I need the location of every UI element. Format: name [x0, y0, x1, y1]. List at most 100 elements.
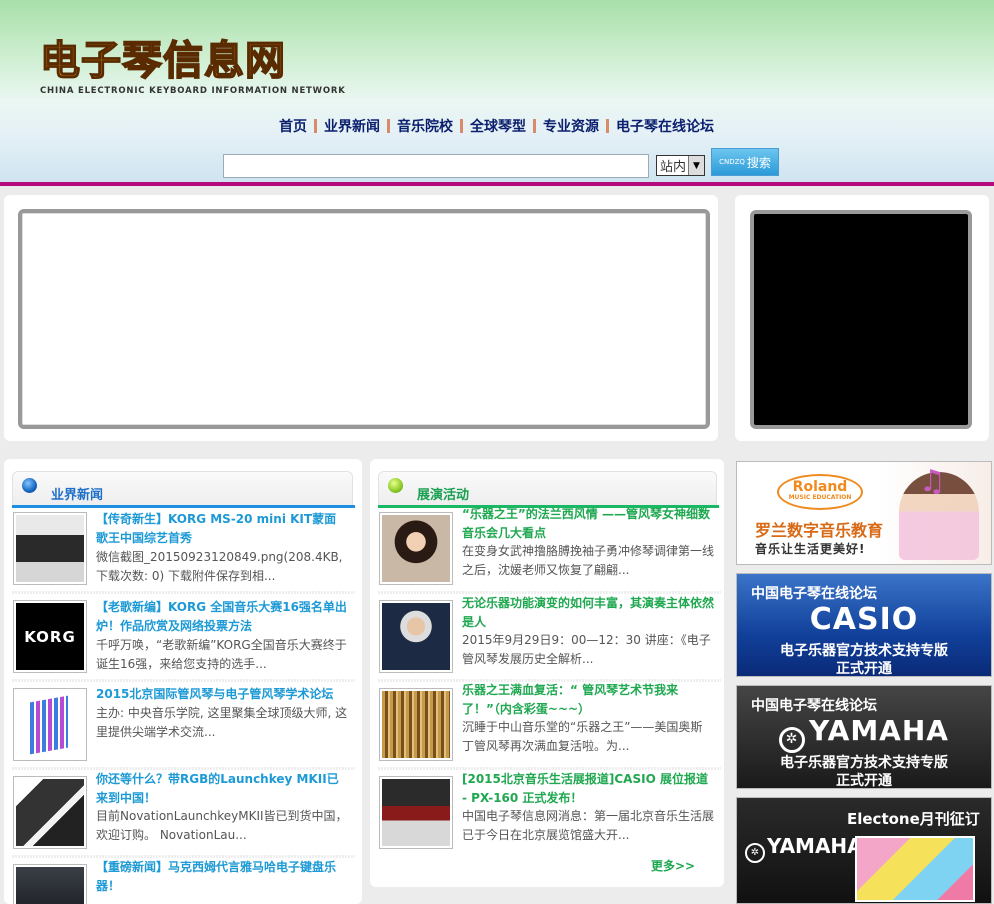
pipe-organ-photo: [382, 691, 450, 758]
magazine-cover-image: [855, 836, 975, 902]
main-slideshow[interactable]: [18, 209, 710, 429]
nav-separator: [460, 119, 463, 133]
bullet-icon: [22, 478, 37, 493]
event-thumbnail[interactable]: [379, 600, 453, 673]
yamaha-brand: ✲ YAMAHA: [737, 714, 991, 753]
korg-logo-image: KORG: [16, 603, 84, 670]
nav-global-models[interactable]: 全球琴型: [470, 116, 526, 136]
site-header: 电子琴信息网 CHINA ELECTRONIC KEYBOARD INFORMA…: [0, 0, 994, 182]
yamaha-tuning-fork-icon: ✲: [745, 843, 765, 863]
nav-industry-news[interactable]: 业界新闻: [324, 116, 380, 136]
electone-yamaha-brand: ✲ YAMAHA: [745, 834, 863, 863]
main-nav: 首页 业界新闻 音乐院校 全球琴型 专业资源 电子琴在线论坛: [279, 116, 714, 136]
nav-music-schools[interactable]: 音乐院校: [397, 116, 453, 136]
yamaha-brand-text: YAMAHA: [809, 714, 949, 747]
news-title-link[interactable]: 你还等什么？带RGB的Launchkey MKII已来到中国！: [96, 770, 348, 808]
news-item: 【传奇新生】KORG MS-20 mini KIT蒙面歌王中国综艺首秀 微信截图…: [12, 510, 355, 594]
event-summary: 中国电子琴信息网消息：第一届北京音乐生活展已于今日在北京展览馆盛大开...: [462, 809, 715, 842]
events-column: 展演活动 “乐器之王”的法兰西风情 ——管风琴女神细数音乐会几大看点 在变身女武…: [370, 459, 724, 887]
nav-resources[interactable]: 专业资源: [543, 116, 599, 136]
search-scope-value: 站内: [660, 160, 687, 175]
event-summary: 在变身女武神撸胳膊挽袖子勇冲修琴调律第一线之后，沈媛老师又恢复了翩翩...: [462, 544, 715, 577]
industry-news-header: 业界新闻: [12, 471, 355, 508]
organist-photo: [382, 515, 450, 582]
roland-banner-slogan: 音乐让生活更美好!: [755, 542, 866, 556]
electone-banner-head: Electone月刊征订: [847, 810, 980, 828]
synth-image: [16, 515, 84, 582]
yamaha-banner-line1: 电子乐器官方技术支持专版: [780, 755, 948, 771]
main-slideshow-panel: [4, 195, 718, 441]
nav-forum[interactable]: 电子琴在线论坛: [616, 116, 714, 136]
news-title-link[interactable]: 【重磅新闻】马克西姆代言雅马哈电子键盘乐器！: [96, 858, 348, 896]
casio-booth-photo: [382, 779, 450, 846]
electone-subscription-banner[interactable]: Electone月刊征订 ✲ YAMAHA: [736, 797, 992, 904]
event-title-link[interactable]: 乐器之王满血复活：“ 管风琴艺术节我来了！”（内含彩蛋~~~）: [462, 681, 714, 719]
casio-banner-line2: 正式开通: [836, 661, 892, 677]
logo-english: CHINA ELECTRONIC KEYBOARD INFORMATION NE…: [40, 86, 346, 96]
event-item: 乐器之王满血复活：“ 管风琴艺术节我来了！”（内含彩蛋~~~） 沉睡于中山音乐堂…: [378, 683, 721, 770]
events-header: 展演活动: [378, 471, 719, 508]
casio-forum-banner[interactable]: 中国电子琴在线论坛 CASIO 电子乐器官方技术支持专版 正式开通: [736, 573, 992, 677]
event-thumbnail[interactable]: [379, 688, 453, 761]
event-item: [2015北京音乐生活展报道]CASIO 展位报道 - PX-160 正式发布！…: [378, 772, 721, 858]
event-title-link[interactable]: 无论乐器功能演变的如何丰富，其演奏主体依然是人: [462, 594, 714, 632]
nav-separator: [533, 119, 536, 133]
search-button-prefix: CNDZQ: [719, 158, 745, 166]
more-events-link[interactable]: 更多>>: [651, 857, 695, 874]
news-thumbnail[interactable]: [13, 512, 87, 585]
roland-banner[interactable]: Roland MUSIC EDUCATION ♫ 罗兰数字音乐教育 音乐让生活更…: [736, 461, 992, 565]
news-title-link[interactable]: 2015北京国际管风琴与电子管风琴学术论坛: [96, 685, 348, 704]
event-thumbnail[interactable]: [379, 776, 453, 849]
yamaha-banner-line2: 正式开通: [836, 773, 892, 789]
header-divider: [0, 182, 994, 186]
nav-separator: [387, 119, 390, 133]
event-item: 无论乐器功能演变的如何丰富，其演奏主体依然是人 2015年9月29日9：00—1…: [378, 596, 721, 682]
bullet-icon: [388, 478, 403, 493]
event-title-link[interactable]: [2015北京音乐生活展报道]CASIO 展位报道 - PX-160 正式发布！: [462, 770, 714, 808]
music-notes-icon: ♫: [919, 464, 946, 499]
news-thumbnail[interactable]: [13, 864, 87, 904]
search-scope-select[interactable]: 站内 ▼: [656, 155, 705, 176]
industry-news-title[interactable]: 业界新闻: [51, 484, 103, 503]
news-title-link[interactable]: 【传奇新生】KORG MS-20 mini KIT蒙面歌王中国综艺首秀: [96, 510, 348, 548]
search-button-label: 搜索: [746, 155, 771, 170]
nav-separator: [606, 119, 609, 133]
lecturer-photo: [382, 603, 450, 670]
news-item: 2015北京国际管风琴与电子管风琴学术论坛 主办: 中央音乐学院, 这里聚集全球…: [12, 686, 355, 770]
yamaha-forum-banner[interactable]: 中国电子琴在线论坛 ✲ YAMAHA 电子乐器官方技术支持专版 正式开通: [736, 685, 992, 789]
news-summary: 主办: 中央音乐学院, 这里聚集全球顶级大师, 这里提供尖端学术交流...: [96, 706, 348, 739]
electone-brand-text: YAMAHA: [767, 834, 863, 858]
launchkey-image: [16, 779, 84, 846]
yamaha-banner-head: 中国电子琴在线论坛: [751, 698, 877, 714]
nav-home[interactable]: 首页: [279, 116, 307, 136]
event-thumbnail[interactable]: [379, 512, 453, 585]
search-button[interactable]: CNDZQ 搜索: [711, 148, 779, 176]
nav-separator: [314, 119, 317, 133]
news-thumbnail[interactable]: [13, 776, 87, 849]
industry-news-column: 业界新闻 【传奇新生】KORG MS-20 mini KIT蒙面歌王中国综艺首秀…: [4, 459, 362, 904]
event-title-link[interactable]: “乐器之王”的法兰西风情 ——管风琴女神细数音乐会几大看点: [462, 505, 714, 543]
news-item: 你还等什么？带RGB的Launchkey MKII已来到中国！ 目前Novati…: [12, 772, 355, 858]
search-input[interactable]: [223, 154, 649, 178]
casio-banner-head: 中国电子琴在线论坛: [751, 586, 877, 602]
side-video-player[interactable]: [750, 210, 972, 429]
roland-logo-text: Roland: [792, 479, 848, 495]
news-thumbnail[interactable]: KORG: [13, 600, 87, 673]
maxim-image: [16, 867, 84, 904]
chevron-down-icon: ▼: [688, 156, 704, 175]
header-underline: [12, 505, 355, 508]
news-thumbnail[interactable]: [13, 688, 87, 761]
side-video-panel: [735, 195, 989, 441]
news-title-link[interactable]: 【老歌新编】KORG 全国音乐大赛16强名单出炉！作品欣赏及网络投票方法: [96, 598, 348, 636]
news-item: 【重磅新闻】马克西姆代言雅马哈电子键盘乐器！: [12, 860, 355, 904]
roland-logo-sub: MUSIC EDUCATION: [788, 494, 852, 501]
yamaha-tuning-fork-icon: ✲: [779, 727, 806, 753]
roland-logo: Roland MUSIC EDUCATION: [777, 474, 863, 510]
casio-banner-line1: 电子乐器官方技术支持专版: [780, 643, 948, 659]
event-item: “乐器之王”的法兰西风情 ——管风琴女神细数音乐会几大看点 在变身女武神撸胳膊挽…: [378, 507, 721, 594]
logo-chinese: 电子琴信息网: [39, 37, 286, 85]
item-divider: [12, 591, 355, 594]
news-summary: 目前NovationLaunchkeyMKII皆已到货中国，欢迎订购。 Nova…: [96, 809, 348, 842]
site-logo[interactable]: 电子琴信息网 CHINA ELECTRONIC KEYBOARD INFORMA…: [39, 37, 346, 96]
events-title[interactable]: 展演活动: [417, 484, 469, 503]
